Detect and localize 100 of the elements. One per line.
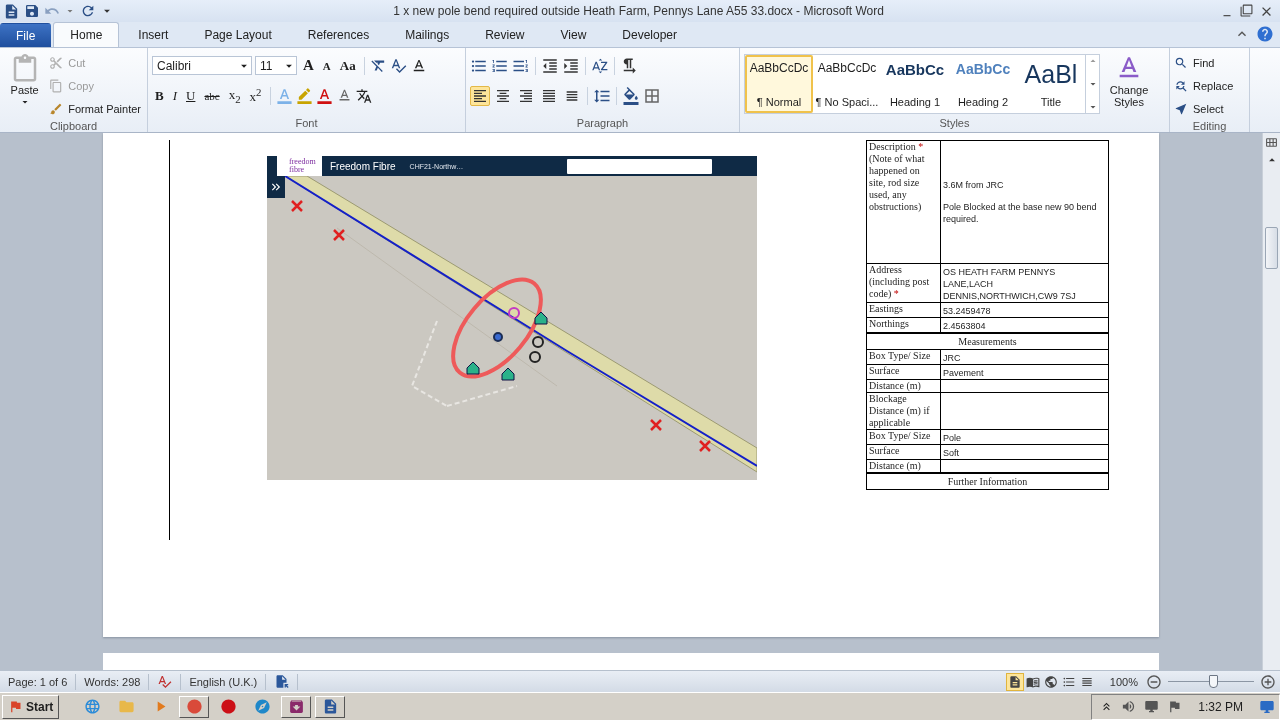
show-desktop-icon[interactable] (1259, 698, 1275, 715)
clock[interactable]: 1:32 PM (1198, 699, 1243, 714)
row-label: Blockage Distance (m) if applicable (866, 392, 941, 430)
ribbon-tab[interactable]: View (543, 22, 604, 47)
replace-icon (1174, 78, 1188, 93)
zoom-out-icon[interactable] (1146, 673, 1162, 690)
row-label: Eastings (866, 302, 941, 318)
align-right-icon (518, 87, 534, 104)
style-gallery-item[interactable]: AaBbCc Heading 2 (949, 55, 1017, 113)
ribbon-tab[interactable]: Page Layout (187, 22, 289, 47)
style-gallery-item[interactable]: AaBbCcDc ¶ No Spaci... (813, 55, 881, 113)
window-title: 1 x new pole bend required outside Heath Farm, Pennys Lane A55 33.docx - Microsoft Word (392, 4, 885, 18)
vertical-scrollbar[interactable] (1262, 133, 1280, 670)
app-title: Freedom Fibre (330, 160, 396, 172)
group-label: Paragraph (575, 116, 630, 131)
ruler-icon[interactable] (1265, 136, 1278, 149)
expand-button[interactable] (267, 176, 285, 198)
painter-button[interactable]: Format Painter (66, 98, 143, 119)
taskbar-button[interactable] (179, 695, 210, 718)
network-icon[interactable] (1144, 699, 1160, 714)
font-name-field[interactable]: Calibri (152, 56, 252, 75)
align-left-icon (472, 87, 488, 104)
pointer-icon (1174, 101, 1188, 116)
ribbon-tab[interactable]: Mailings (388, 22, 467, 47)
macro-icon[interactable] (274, 674, 290, 689)
browser-icon (253, 698, 271, 715)
group-label: Font (294, 116, 319, 131)
decrease-indent-icon[interactable] (541, 56, 559, 75)
flag-icon[interactable] (1167, 699, 1183, 714)
file-tab[interactable]: File (0, 23, 52, 47)
align-left-button[interactable] (470, 85, 490, 106)
style-gallery-item[interactable]: AaBl Title (1017, 55, 1085, 113)
borders-icon[interactable] (643, 86, 661, 105)
style-gallery-item[interactable]: AaBbCc Heading 1 (881, 55, 949, 113)
page-view-button[interactable] (1005, 672, 1024, 691)
globe-icon (1043, 674, 1058, 689)
font-color-icon[interactable] (315, 87, 333, 104)
enclose-icon[interactable] (355, 87, 372, 104)
browser-icon (185, 698, 203, 715)
superscript-button[interactable]: x$^{2}$ (246, 85, 265, 106)
word-count[interactable]: Words: 298 (76, 673, 150, 690)
start-button[interactable]: Start (2, 694, 60, 719)
zoom-in-icon[interactable] (1260, 673, 1276, 690)
archive-icon (287, 698, 305, 715)
select-button[interactable]: Select (1191, 98, 1226, 119)
find-button[interactable]: Find (1191, 52, 1217, 73)
ribbon-tab[interactable]: References (290, 22, 387, 47)
shrink-font-button[interactable]: A (319, 59, 334, 72)
help-icon[interactable] (1256, 25, 1274, 43)
row-value: Pavement (940, 364, 1109, 380)
proofing-icon[interactable] (157, 674, 173, 689)
row-label: Surface (866, 364, 941, 380)
phonetic-guide-icon[interactable] (389, 57, 407, 74)
row-label: Address (including post code) * (866, 263, 941, 303)
taskbar-button[interactable] (315, 695, 346, 718)
group-label: Clipboard (48, 119, 99, 133)
grow-font-button[interactable]: A (300, 57, 317, 74)
zoom-level[interactable]: 100% (1109, 675, 1138, 688)
row-value: JRC (940, 349, 1109, 365)
replace-button[interactable]: Replace (1191, 75, 1236, 96)
change-styles-button[interactable]: Change Styles (1104, 52, 1154, 116)
ribbon-tab[interactable]: Developer (605, 22, 694, 47)
underline-button[interactable]: U (183, 87, 199, 104)
change-case-button[interactable]: Aa (336, 57, 359, 74)
taskbar-button[interactable] (281, 695, 312, 718)
page-count[interactable]: Page: 1 of 6 (0, 673, 77, 690)
ribbon-tab[interactable]: Review (468, 22, 542, 47)
row-value: Pole (940, 429, 1109, 445)
style-gallery-item[interactable]: AaBbCcDc ¶ Normal (745, 55, 813, 113)
ribbon-tab[interactable]: Home (53, 22, 120, 47)
restore-icon[interactable] (1240, 3, 1253, 17)
paste-button[interactable]: Paste (4, 52, 46, 119)
scroll-thumb[interactable] (1265, 227, 1278, 269)
shading-bucket-icon[interactable] (622, 86, 640, 105)
group-label: Styles (938, 116, 971, 131)
save-icon[interactable] (24, 3, 40, 19)
increase-indent-icon[interactable] (562, 56, 580, 75)
copy-icon (49, 78, 64, 93)
row-label: Distance (m) (866, 379, 941, 393)
row-label: Surface (866, 444, 941, 460)
row-value: OS HEATH FARM PENNYS LANE,LACH DENNIS,NORTHWICH,CW9 7SJ (940, 263, 1109, 303)
row-label: Box Type/ Size (866, 429, 941, 445)
font-size-field[interactable]: 11 (255, 56, 297, 75)
redo-icon[interactable] (80, 3, 96, 19)
language[interactable]: English (U.K.) (181, 673, 267, 690)
folder-icon (117, 698, 135, 715)
section-heading: Further Information (866, 473, 1109, 490)
speaker-icon[interactable] (1121, 699, 1137, 714)
brush-icon (49, 101, 64, 116)
strikethrough-button[interactable]: abc (201, 89, 223, 102)
italic-button[interactable]: I (169, 87, 180, 104)
row-label: Description * (Note of what happened on site, rod size used, any obstructions) (866, 140, 941, 264)
row-label: Northings (866, 317, 941, 333)
row-value: 2.4563804 (940, 317, 1109, 333)
bold-button[interactable]: B (152, 87, 167, 104)
map-search-field[interactable] (567, 158, 712, 174)
page-icon (1007, 674, 1022, 689)
ribbon-tab[interactable]: Insert (121, 22, 186, 47)
subscript-button[interactable]: x$_{2}$ (225, 86, 244, 105)
sort-icon[interactable] (591, 56, 609, 75)
